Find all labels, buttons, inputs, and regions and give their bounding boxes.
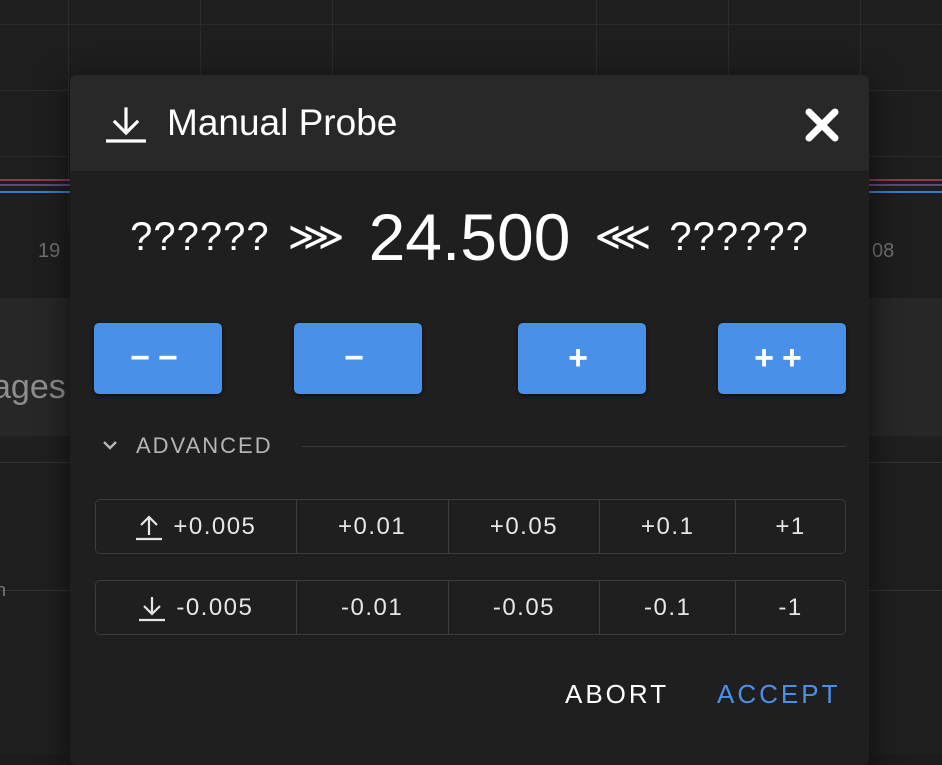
advanced-toggle[interactable]: ADVANCED (100, 431, 846, 461)
grid-line (68, 0, 69, 230)
probe-right-arrows: ⋘ (594, 215, 652, 259)
lower-offset-group: -0.005 -0.01 -0.05 -0.1 -1 (95, 580, 846, 635)
accept-button[interactable]: ACCEPT (717, 679, 840, 710)
offset-label: -0.005 (176, 593, 254, 621)
raise-offset-button[interactable]: +0.01 (296, 500, 449, 553)
probe-right-value: ?????? (669, 214, 809, 259)
upload-icon (136, 514, 163, 540)
chart-tick-label: 19 (38, 240, 61, 262)
advanced-label: ADVANCED (136, 433, 273, 458)
probe-position-display: ?????? ⋙ 24.500 ⋘ ?????? (70, 197, 869, 277)
download-icon (106, 107, 146, 143)
abort-button[interactable]: ABORT (565, 679, 669, 710)
lower-offset-button[interactable]: -0.05 (448, 581, 601, 634)
lower-offset-button[interactable]: -0.01 (296, 581, 449, 634)
close-icon[interactable] (802, 105, 842, 145)
lower-offset-button[interactable]: -0.1 (600, 581, 737, 634)
chevron-down-icon (103, 441, 117, 450)
manual-probe-dialog: Manual Probe ?????? ⋙ 24.500 ⋘ ?????? −−… (70, 75, 869, 765)
lower-offset-button[interactable]: -0.005 (96, 581, 297, 634)
step-down-large-button[interactable]: −− (94, 323, 222, 394)
dialog-header: Manual Probe (70, 75, 869, 171)
raise-offset-button[interactable]: +0.1 (600, 500, 737, 553)
download-icon (139, 596, 166, 621)
grid-line (0, 24, 942, 25)
background-small-text: n (0, 580, 7, 600)
dialog-title: Manual Probe (167, 102, 398, 143)
offset-label: +0.005 (173, 512, 257, 540)
step-up-large-button[interactable]: ++ (718, 323, 846, 394)
raise-offset-button[interactable]: +1 (736, 500, 845, 553)
divider (302, 446, 846, 447)
background-panel-text: ages (0, 368, 66, 406)
probe-left-arrows: ⋙ (287, 215, 345, 259)
chart-tick-label: 08 (872, 240, 895, 262)
lower-offset-button[interactable]: -1 (736, 581, 845, 634)
probe-z-value: 24.500 (368, 200, 571, 274)
raise-offset-button[interactable]: +0.05 (448, 500, 601, 553)
raise-offset-group: +0.005 +0.01 +0.05 +0.1 +1 (95, 499, 846, 554)
step-down-small-button[interactable]: − (294, 323, 422, 394)
raise-offset-button[interactable]: +0.005 (96, 500, 297, 553)
probe-left-value: ?????? (130, 214, 270, 259)
step-up-small-button[interactable]: + (518, 323, 646, 394)
